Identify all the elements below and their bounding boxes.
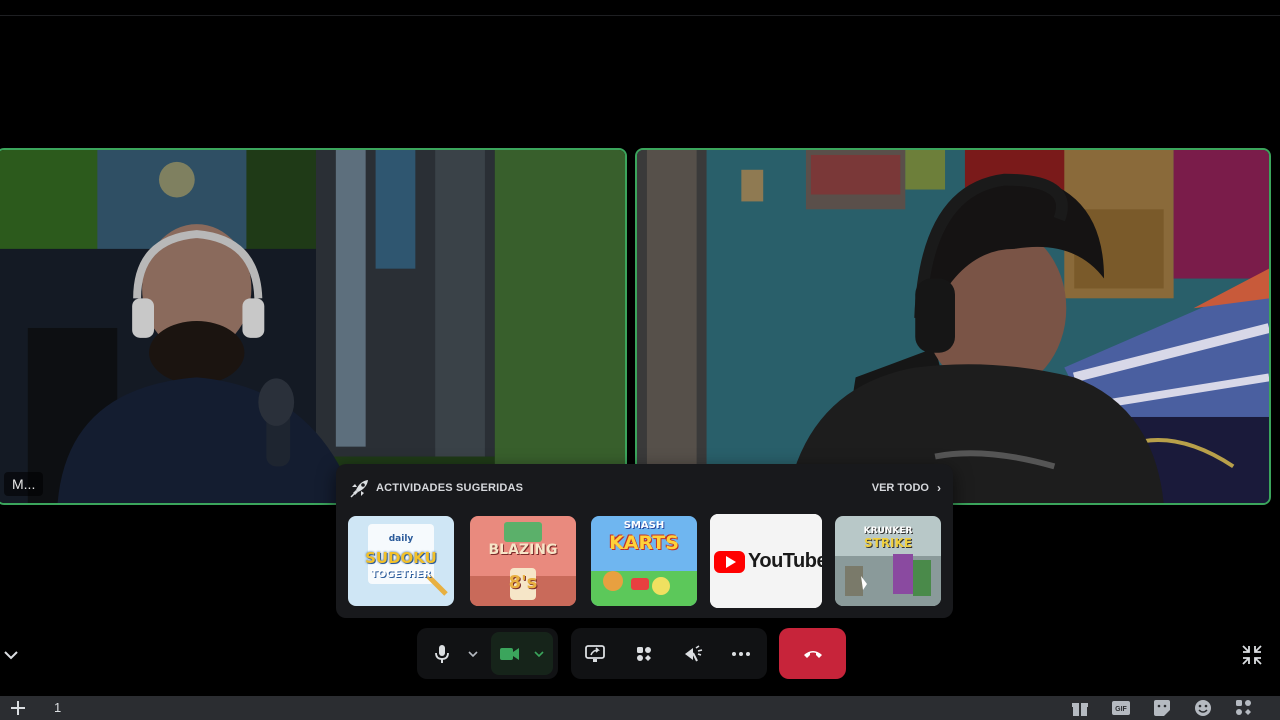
rocket-icon <box>350 480 368 498</box>
sticker-icon <box>1154 700 1170 716</box>
see-all-button[interactable]: VER TODO › <box>872 481 941 495</box>
sudoku-label-sub: TOGETHER <box>370 569 432 580</box>
chevron-down-icon <box>468 650 478 657</box>
activities-title: ACTIVIDADES SUGERIDAS <box>376 482 524 494</box>
participant-name: M... <box>4 472 44 496</box>
krunker-label-top: KRUNKER <box>863 526 913 536</box>
gift-icon <box>1072 703 1088 716</box>
chevron-right-icon: › <box>937 481 941 495</box>
hang-up-icon <box>803 650 822 658</box>
smash-label-top: SMASH <box>623 520 665 531</box>
top-divider <box>0 15 1280 16</box>
sudoku-label-main: SUDOKU <box>365 549 437 567</box>
video-tile-participant-2[interactable] <box>635 148 1271 505</box>
camera-button[interactable] <box>491 632 553 675</box>
see-all-label: VER TODO <box>871 482 929 494</box>
chevron-down-icon <box>534 650 544 657</box>
blazing-label-main: BLAZING <box>488 542 558 558</box>
minimize-icon <box>1242 645 1262 665</box>
smash-label-main: KARTS <box>609 532 679 554</box>
video-tile-participant-1[interactable]: M... <box>0 148 627 505</box>
gift-button[interactable] <box>1070 698 1090 718</box>
activity-card-krunker-strike[interactable]: KRUNKER STRIKE <box>835 516 941 606</box>
svg-text:GIF: GIF <box>1115 706 1127 713</box>
call-action-controls <box>571 628 767 679</box>
emoji-icon <box>1195 700 1211 716</box>
soundboard-button[interactable] <box>675 628 711 679</box>
disconnect-button[interactable] <box>779 628 846 679</box>
apps-button[interactable] <box>1234 698 1254 718</box>
unread-count: 1 <box>54 700 62 715</box>
activity-card-smash-karts[interactable]: SMASH KARTS <box>591 516 697 606</box>
activities-icon <box>637 646 651 661</box>
chat-bottom-bar: 1 GIF <box>0 696 1280 720</box>
more-options-button[interactable] <box>723 628 759 679</box>
activities-button[interactable] <box>626 628 662 679</box>
emoji-button[interactable] <box>1193 698 1213 718</box>
add-attachment-button[interactable] <box>8 698 28 718</box>
krunker-label-main: STRIKE <box>863 536 913 550</box>
camera-icon <box>500 647 519 660</box>
youtube-label: YouTube <box>748 550 822 572</box>
blazing-label-sub: 8's <box>508 572 538 593</box>
apps-icon <box>1236 700 1251 715</box>
activity-card-blazing-8s[interactable]: BLAZING 8's <box>470 516 576 606</box>
soundboard-icon <box>685 644 703 661</box>
activity-card-youtube[interactable]: YouTube <box>710 514 822 608</box>
participant-2-video <box>637 150 1269 503</box>
share-screen-button[interactable] <box>577 628 613 679</box>
screen-share-icon <box>585 644 605 662</box>
collapse-button[interactable] <box>0 644 22 666</box>
participant-1-video <box>0 150 625 503</box>
more-icon <box>732 651 750 656</box>
suggested-activities-panel: ACTIVIDADES SUGERIDAS VER TODO › daily S… <box>336 464 953 618</box>
plus-icon <box>11 701 25 715</box>
microphone-icon <box>435 644 449 663</box>
sticker-button[interactable] <box>1152 698 1172 718</box>
sudoku-label-top: daily <box>388 534 414 544</box>
gif-button[interactable]: GIF <box>1111 698 1131 718</box>
activities-header: ACTIVIDADES SUGERIDAS VER TODO › <box>348 478 941 498</box>
gif-icon: GIF <box>1112 701 1130 715</box>
activity-card-sudoku[interactable]: daily SUDOKU TOGETHER <box>348 516 454 606</box>
mute-button[interactable] <box>425 628 459 679</box>
exit-fullscreen-button[interactable] <box>1239 642 1265 668</box>
chevron-down-icon <box>4 651 18 660</box>
voice-video-controls <box>417 628 558 679</box>
mic-options-button[interactable] <box>461 628 485 679</box>
